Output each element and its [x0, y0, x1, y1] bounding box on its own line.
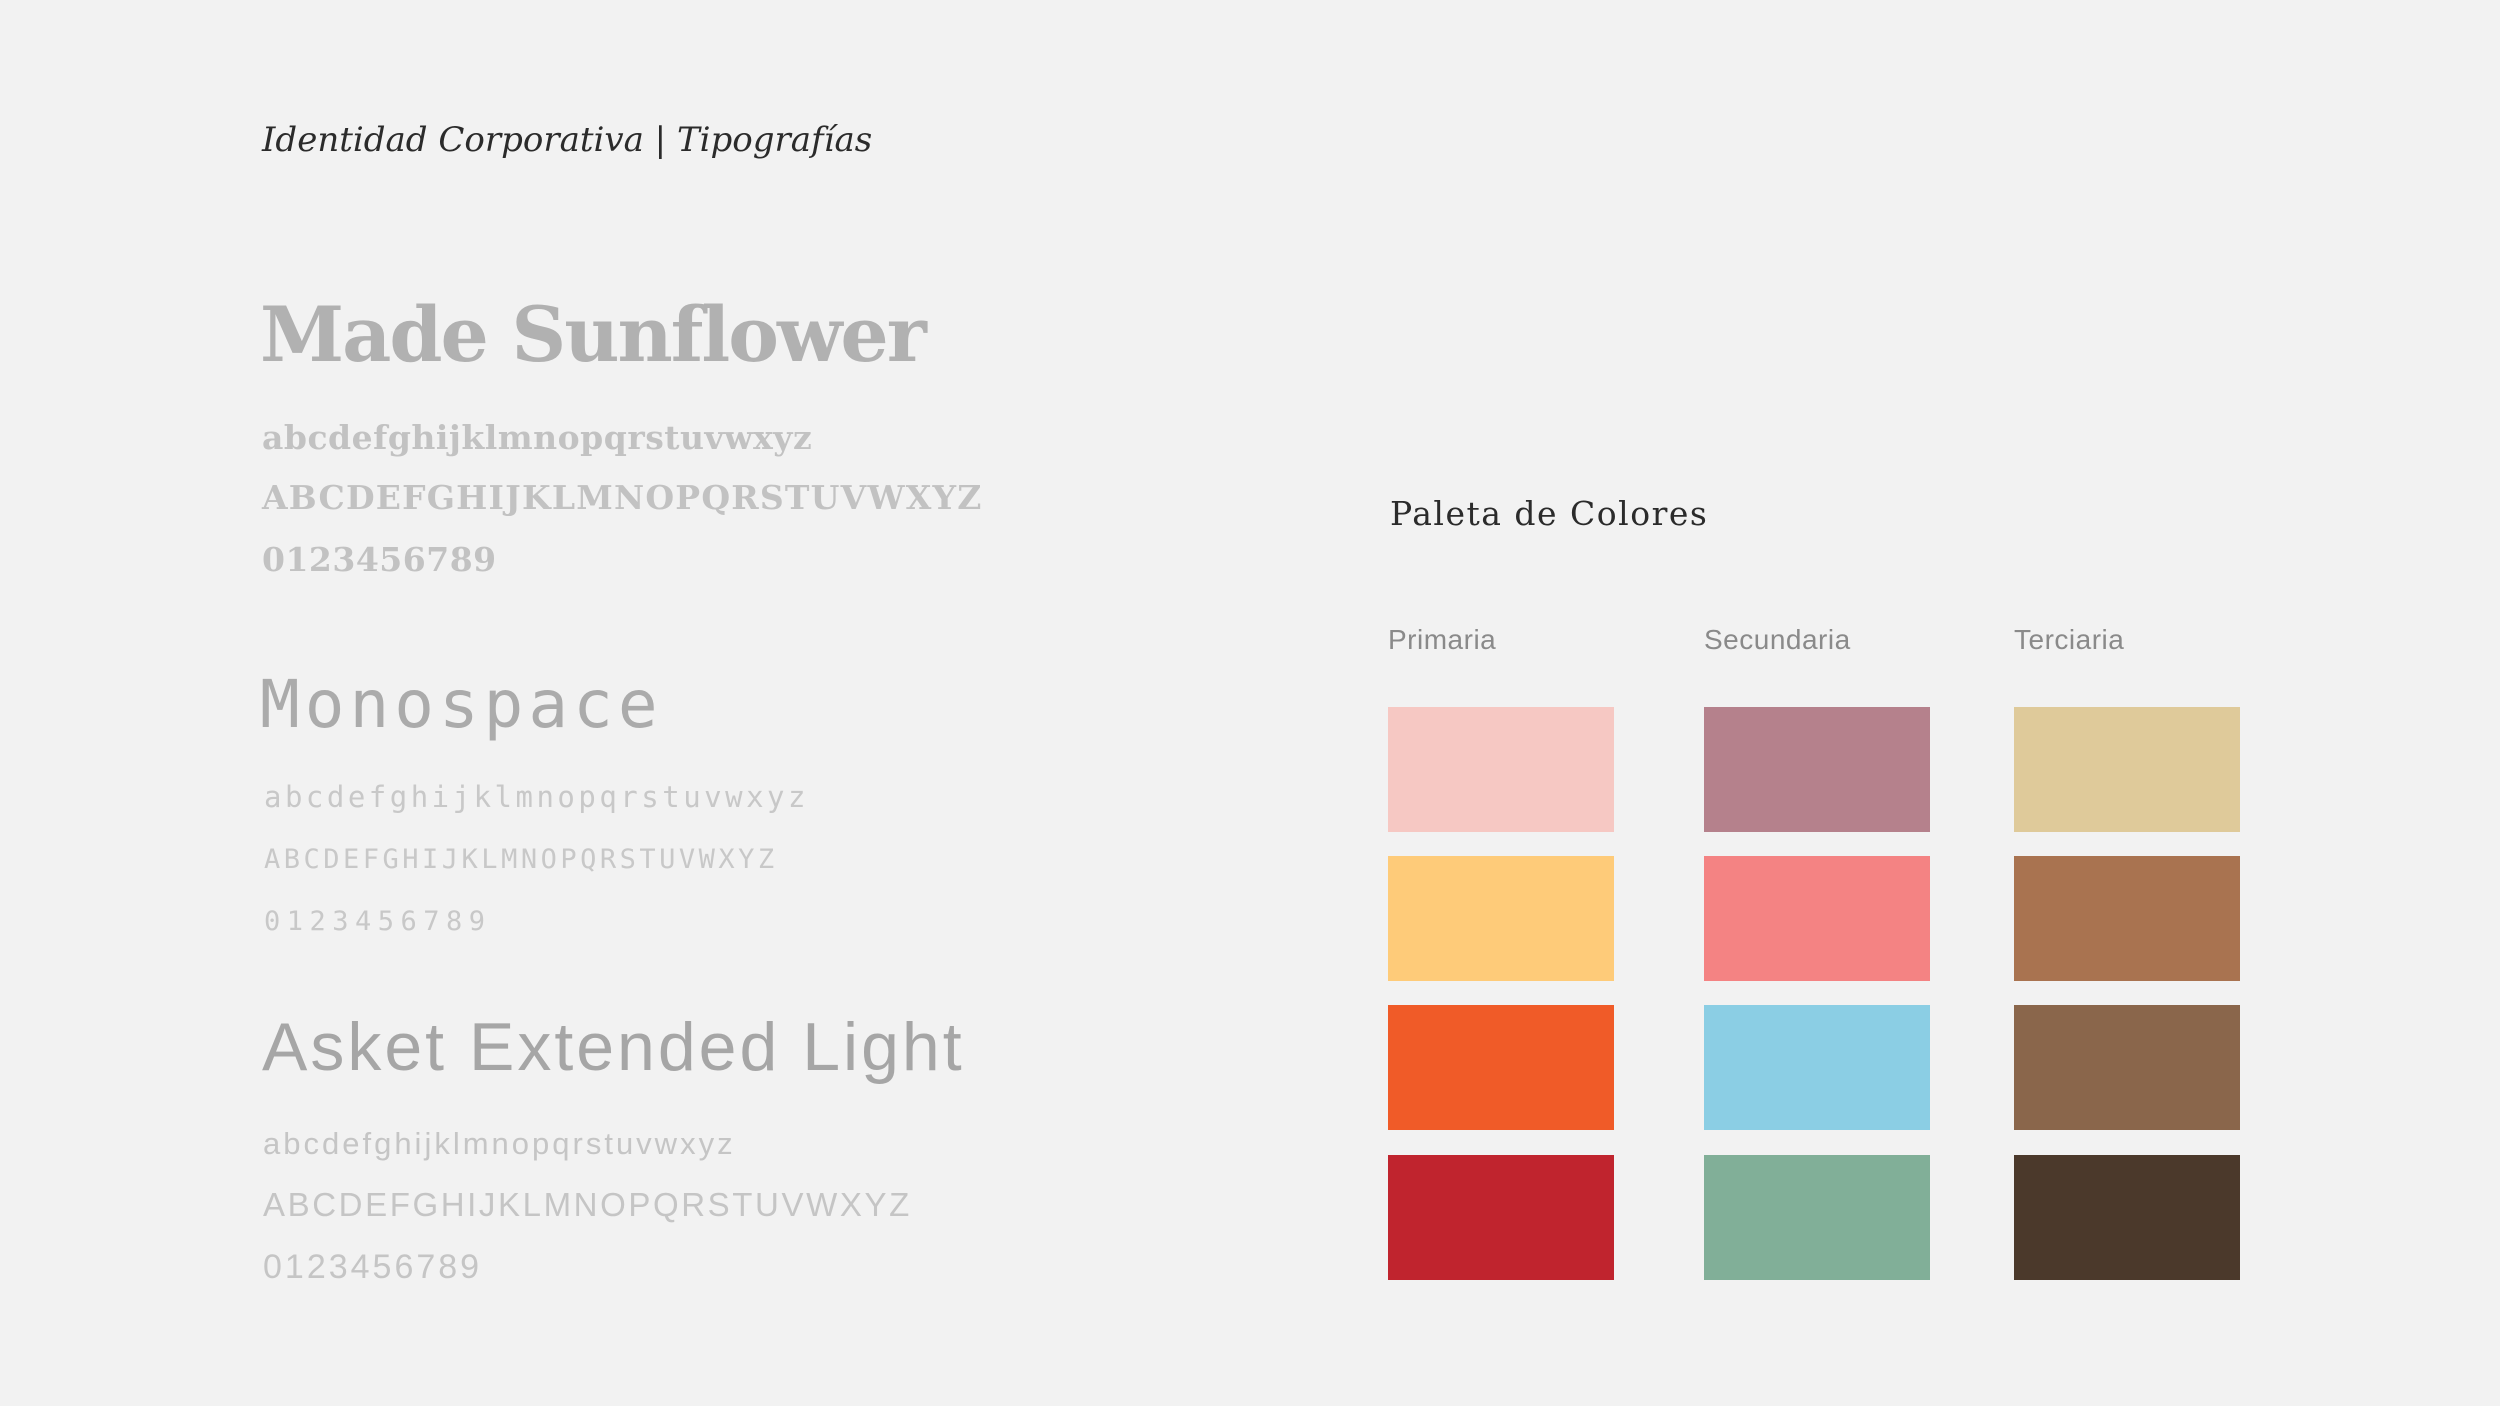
- font-sample-lowercase: abcdefghijklmnopqrstuvwxyz: [262, 418, 813, 457]
- font-name-made-sunflower: Made Sunflower: [260, 290, 927, 379]
- font-sample-lowercase: abcdefghijklmnopqrstuvwxyz: [264, 780, 809, 814]
- color-swatch: [1704, 1005, 1930, 1130]
- color-swatch: [1388, 856, 1614, 981]
- font-name-asket-extended-light: Asket Extended Light: [262, 1009, 965, 1085]
- color-swatch: [1704, 1155, 1930, 1280]
- palette-column-label-secundaria: Secundaria: [1704, 624, 1851, 655]
- font-sample-lowercase: abcdefghijklmnopqrstuvwxyz: [263, 1126, 736, 1161]
- color-swatch: [2014, 1005, 2240, 1130]
- color-swatch: [2014, 707, 2240, 832]
- color-swatch: [1388, 1005, 1614, 1130]
- font-sample-numbers: 0123456789: [263, 1248, 483, 1286]
- font-sample-numbers: 0123456789: [264, 906, 492, 937]
- color-swatch: [1388, 707, 1614, 832]
- color-swatch: [2014, 856, 2240, 981]
- font-sample-numbers: 0123456789: [262, 540, 497, 579]
- page-title: Identidad Corporativa | Tipografías: [262, 120, 873, 160]
- font-name-monospace: Monospace: [260, 666, 663, 743]
- color-swatch: [1704, 707, 1930, 832]
- font-sample-uppercase: ABCDEFGHIJKLMNOPQRSTUVWXYZ: [264, 844, 778, 875]
- palette-column-label-terciaria: Terciaria: [2014, 624, 2125, 655]
- color-swatch: [2014, 1155, 2240, 1280]
- font-sample-uppercase: ABCDEFGHIJKLMNOPQRSTUVWXYZ: [262, 478, 983, 517]
- color-swatch: [1388, 1155, 1614, 1280]
- palette-title: Paleta de Colores: [1390, 494, 1709, 533]
- palette-column-label-primaria: Primaria: [1388, 624, 1497, 655]
- color-swatch: [1704, 856, 1930, 981]
- font-sample-uppercase: ABCDEFGHIJKLMNOPQRSTUVWXYZ: [263, 1186, 912, 1223]
